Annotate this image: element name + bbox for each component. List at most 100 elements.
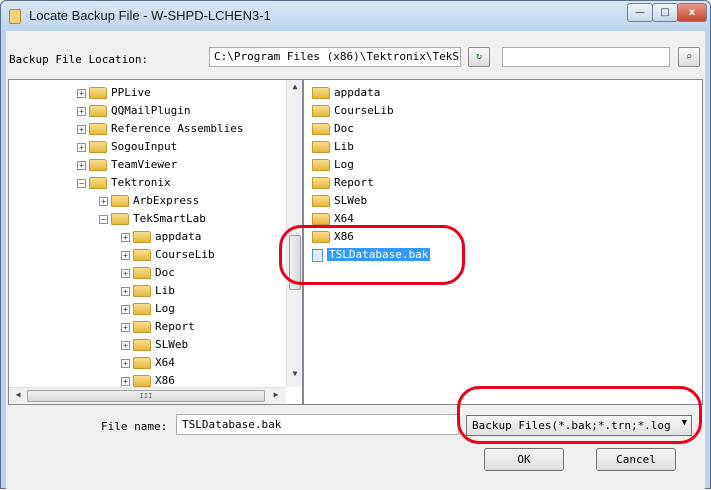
tree-item-label: TeamViewer (111, 158, 178, 171)
file-name-input[interactable]: TSLDatabase.bak (176, 414, 459, 435)
expand-toggle-icon[interactable]: + (121, 322, 130, 332)
ok-button[interactable]: OK (484, 448, 564, 471)
expand-toggle-icon[interactable]: + (77, 124, 86, 134)
scroll-thumb[interactable] (289, 235, 301, 290)
file-name-label: File name: (101, 420, 168, 433)
folder-list-item[interactable]: appdata (312, 84, 380, 102)
tree-item-label: Lib (155, 284, 175, 297)
folder-list-item[interactable]: SLWeb (312, 192, 367, 210)
folder-list-item[interactable]: Lib (312, 138, 354, 156)
tree-item-label: Log (155, 302, 175, 315)
file-type-select[interactable]: Backup Files(*.bak;*.trn;*.log ▼ (466, 415, 692, 436)
expand-toggle-icon[interactable]: + (121, 340, 130, 350)
expand-toggle-icon[interactable]: − (77, 178, 86, 188)
folder-list-item[interactable]: X64 (312, 210, 354, 228)
file-item-label: X64 (334, 212, 354, 225)
expand-toggle-icon[interactable]: + (121, 250, 130, 260)
folder-icon (312, 195, 330, 207)
folder-icon (312, 123, 330, 135)
tree-item-label: X64 (155, 356, 175, 369)
expand-toggle-icon[interactable]: + (77, 106, 86, 116)
tree-item[interactable]: + Report (121, 318, 195, 336)
scroll-up-icon[interactable]: ▲ (287, 82, 302, 91)
tree-item-label: Report (155, 320, 195, 333)
folder-list-item[interactable]: Log (312, 156, 354, 174)
tree-item[interactable]: + CourseLib (121, 246, 215, 264)
tree-item-label: QQMailPlugin (111, 104, 191, 117)
folder-icon (133, 303, 151, 315)
folder-list-item[interactable]: CourseLib (312, 102, 394, 120)
file-list-item[interactable]: TSLDatabase.bak (312, 246, 431, 264)
file-item-label: SLWeb (334, 194, 368, 207)
folder-icon (312, 159, 330, 171)
backup-location-label: Backup File Location: (9, 53, 149, 66)
folder-icon (133, 357, 151, 369)
folder-list-item[interactable]: X86 (312, 228, 354, 246)
folder-icon (111, 195, 129, 207)
folder-icon (89, 123, 107, 135)
file-item-label: TSLDatabase.bak (327, 248, 431, 261)
file-item-label: Log (334, 158, 354, 171)
maximize-button[interactable]: □ (652, 3, 678, 22)
expand-toggle-icon[interactable]: + (121, 232, 130, 242)
tree-horizontal-scrollbar[interactable]: ◀ III ▶ (9, 387, 286, 404)
file-item-label: Doc (334, 122, 354, 135)
horizontal-scroll-thumb[interactable]: III (27, 390, 265, 402)
close-button[interactable]: x (677, 3, 707, 22)
expand-toggle-icon[interactable]: + (121, 376, 130, 386)
tree-item[interactable]: + X64 (121, 354, 175, 372)
tree-item[interactable]: + Reference Assemblies (77, 120, 243, 138)
search-icon[interactable]: ⌕ (678, 47, 700, 67)
folder-icon (133, 339, 151, 351)
dialog-body: Backup File Location: C:\Program Files (… (6, 31, 705, 490)
folder-icon (312, 105, 330, 117)
tree-item[interactable]: − TekSmartLab (99, 210, 206, 228)
minimize-button[interactable]: — (627, 3, 653, 22)
folder-list-item[interactable]: Doc (312, 120, 354, 138)
tree-item[interactable]: + TeamViewer (77, 156, 177, 174)
file-item-label: Report (334, 176, 374, 189)
expand-toggle-icon[interactable]: − (99, 214, 108, 224)
backup-location-input[interactable]: C:\Program Files (x86)\Tektronix\TekS (209, 47, 461, 67)
folder-icon (133, 267, 151, 279)
tree-item[interactable]: + QQMailPlugin (77, 102, 190, 120)
tree-item[interactable]: + appdata (121, 228, 201, 246)
folder-icon (312, 87, 330, 99)
title-bar[interactable]: Locate Backup File - W-SHPD-LCHEN3-1 — □… (1, 1, 710, 31)
tree-item[interactable]: − Tektronix (77, 174, 171, 192)
tree-item[interactable]: + Doc (121, 264, 175, 282)
folder-icon (89, 177, 107, 189)
scroll-right-icon[interactable]: ▶ (269, 390, 283, 399)
cancel-button[interactable]: Cancel (596, 448, 676, 471)
expand-toggle-icon[interactable]: + (121, 268, 130, 278)
tree-item-label: Reference Assemblies (111, 122, 244, 135)
expand-toggle-icon[interactable]: + (77, 88, 86, 98)
expand-toggle-icon[interactable]: + (99, 196, 108, 206)
folder-icon (111, 213, 129, 225)
folder-list-item[interactable]: Report (312, 174, 374, 192)
folder-icon (89, 141, 107, 153)
tree-item-label: appdata (155, 230, 202, 243)
tree-item-label: SLWeb (155, 338, 189, 351)
scroll-down-icon[interactable]: ▼ (287, 369, 302, 378)
folder-icon (89, 159, 107, 171)
expand-toggle-icon[interactable]: + (121, 358, 130, 368)
tree-vertical-scrollbar[interactable]: ▲ ▼ (286, 80, 302, 387)
expand-toggle-icon[interactable]: + (121, 304, 130, 314)
expand-toggle-icon[interactable]: + (77, 142, 86, 152)
expand-toggle-icon[interactable]: + (121, 286, 130, 296)
refresh-icon[interactable]: ↻ (468, 47, 490, 67)
tree-item[interactable]: + Log (121, 300, 175, 318)
tree-item[interactable]: + Lib (121, 282, 175, 300)
expand-toggle-icon[interactable]: + (77, 160, 86, 170)
folder-icon (89, 105, 107, 117)
tree-item[interactable]: + ArbExpress (99, 192, 199, 210)
file-icon (312, 248, 323, 262)
tree-item[interactable]: + PPLive (77, 84, 151, 102)
tree-item[interactable]: + SogouInput (77, 138, 177, 156)
tree-item[interactable]: + SLWeb (121, 336, 188, 354)
scroll-left-icon[interactable]: ◀ (11, 390, 25, 399)
search-input[interactable] (502, 47, 670, 67)
folder-icon (133, 249, 151, 261)
window-title: Locate Backup File - W-SHPD-LCHEN3-1 (29, 8, 271, 23)
